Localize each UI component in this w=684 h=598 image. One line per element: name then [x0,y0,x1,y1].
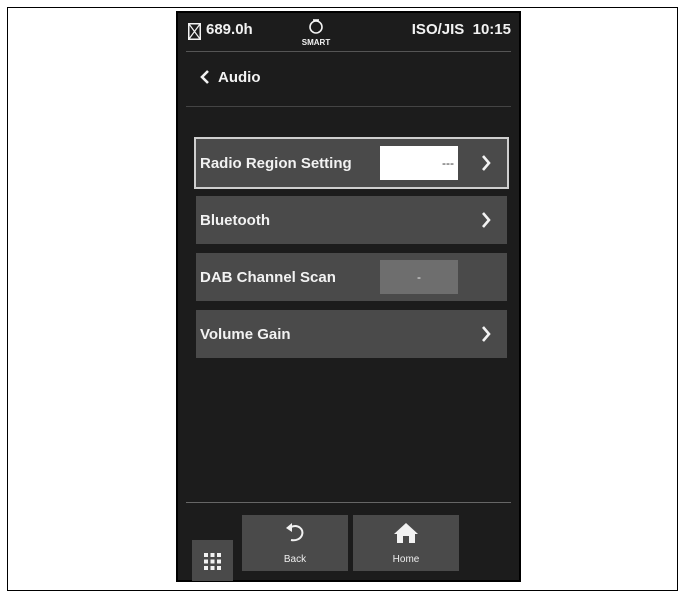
radio-region-value: --- [380,146,458,180]
standard-and-time: ISO/JIS 10:15 [411,21,511,38]
menu-item-label: Radio Region Setting [200,154,352,172]
chevron-right-icon [481,154,491,177]
back-title-button[interactable]: Audio [200,65,261,89]
grid-icon [204,553,221,570]
title-divider [186,106,511,107]
home-label: Home [392,554,420,565]
back-label: Back [283,554,307,565]
lightbulb-icon [309,19,323,34]
dab-scan-value: - [380,260,458,294]
home-button[interactable]: Home [353,515,459,571]
footer-divider [186,502,511,503]
status-bar: 689.0h SMART ISO/JIS 10:15 [178,13,519,51]
chevron-left-icon [200,70,209,84]
menu-item-label: DAB Channel Scan [200,268,336,286]
menu-item-volume-gain[interactable]: Volume Gain [196,310,507,358]
menu-item-radio-region[interactable]: Radio Region Setting --- [194,137,509,189]
menu-item-label: Volume Gain [200,325,291,343]
page-title: Audio [218,68,261,86]
status-divider [186,51,511,52]
chevron-right-icon [481,211,491,234]
menu-item-label: Bluetooth [200,211,270,229]
smart-indicator: SMART [296,17,336,47]
display-screen: 689.0h SMART ISO/JIS 10:15 Audio Radio R… [176,11,521,582]
apps-menu-button[interactable] [192,540,233,581]
hour-meter: 689.0h [206,21,253,38]
smart-label: SMART [301,38,331,47]
menu-item-bluetooth[interactable]: Bluetooth [196,196,507,244]
home-icon [393,521,419,550]
menu-item-dab-channel-scan[interactable]: DAB Channel Scan - [196,253,507,301]
hourglass-icon [188,23,201,45]
chevron-right-icon [481,325,491,348]
back-button[interactable]: Back [242,515,348,571]
undo-arrow-icon [283,521,307,550]
